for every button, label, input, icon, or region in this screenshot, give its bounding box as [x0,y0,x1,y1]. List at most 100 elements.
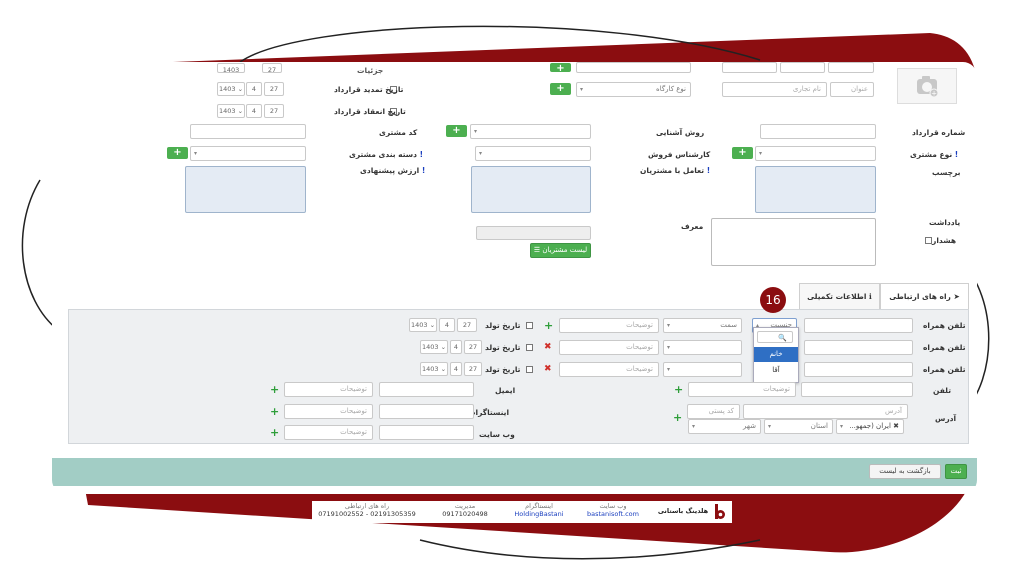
submit-button[interactable]: ثبت [945,464,967,479]
phone-input[interactable] [801,382,913,397]
birth-day-3[interactable]: 27 [464,362,482,376]
province-select[interactable]: ▾ استان [764,419,833,434]
gender-dropdown: 🔍 خانم آقا [753,327,799,383]
add-email-button[interactable]: + [270,384,279,395]
add-instagram-button[interactable]: + [270,406,279,417]
post-select-1[interactable]: ▾ سمت [663,318,742,333]
clear-icon[interactable]: ✖ [891,422,899,430]
birth-date-label-1: تاریخ تولد [485,321,521,330]
renewal-day-select[interactable]: 27 [264,82,284,96]
customer-type-select[interactable]: ▾ [755,146,876,161]
partial-input[interactable] [576,62,691,73]
dropdown-search-icon[interactable]: 🔍 [757,331,793,343]
phone-desc[interactable]: توضیحات [688,382,796,397]
add-website-button[interactable]: + [270,427,279,438]
tab-extra-info[interactable]: ℹ اطلاعات تکمیلی [799,283,880,309]
date-year-select[interactable]: 1403 [217,63,245,74]
renewal-date-label: تاریخ تمدید قرارداد [334,85,404,94]
post-select-2[interactable]: ▾ [663,340,742,355]
warning-checkbox[interactable] [925,237,932,244]
partial-input-3[interactable] [780,62,825,73]
birth-month-1[interactable]: 4 [439,318,455,332]
interaction-textarea[interactable] [471,166,591,213]
birth-checkbox-2[interactable] [526,344,533,351]
gender-option[interactable]: آقا [754,363,798,378]
birth-day-1[interactable]: 27 [457,318,477,332]
add-button[interactable]: + [550,63,571,74]
partial-input-2[interactable] [722,62,777,73]
email-input[interactable] [379,382,474,397]
birth-month-2[interactable]: 4 [450,340,462,354]
back-to-list-button[interactable]: بازگشت به لیست [869,464,941,479]
company-name-input[interactable]: نام تجاری [722,82,827,97]
add-acquaintance-button[interactable]: + [446,125,467,137]
birth-checkbox-3[interactable] [526,366,533,373]
note-label: یادداشت [929,218,961,227]
add-mobile-button[interactable]: + [544,320,553,331]
postal-code-input[interactable]: کد پستی [687,404,740,419]
birth-year-2[interactable]: 1403 ⌄ [420,340,448,354]
title-input[interactable]: عنوان [830,82,874,97]
contract-date-label: تاریخ انعقاد قرارداد [334,107,406,116]
mobile-desc-1[interactable]: توضیحات [559,318,659,333]
city-select[interactable]: ▾ شهر [688,419,761,434]
footer-instagram: اینستاگرام HoldingBastani [514,502,564,518]
customer-category-select[interactable]: ▾ [190,146,306,161]
customer-category-label: ! دسته بندی مشتری [349,150,424,159]
website-desc[interactable]: توضیحات [284,425,373,440]
add-address-button[interactable]: + [673,412,682,423]
mobile-desc-2[interactable]: توضیحات [559,340,659,355]
sales-expert-select[interactable]: ▾ [475,146,591,161]
note-textarea[interactable] [711,218,876,266]
partial-input-4[interactable] [828,62,874,73]
footer-management: مدیریت 09171020498 [442,502,488,518]
address-label: آدرس [935,414,957,423]
tags-textarea[interactable] [755,166,876,213]
send-icon: ➤ [950,292,960,301]
country-select[interactable]: ▾ ✖ ایران (جمهو... [836,419,904,434]
contract-year-select[interactable]: 1403 ⌄ [217,104,245,118]
warning-label: هشدار [932,236,957,245]
contract-day-select[interactable]: 27 [264,104,284,118]
address-input[interactable]: آدرس [743,404,908,419]
website-input[interactable] [379,425,474,440]
birth-year-1[interactable]: 1403 ⌄ [409,318,437,332]
mobile-input-2[interactable] [804,340,913,355]
proposed-value-textarea[interactable] [185,166,306,213]
instagram-desc[interactable]: توضیحات [284,404,373,419]
website-label: وب سایت [479,430,515,439]
avatar[interactable]: + [897,68,957,104]
instagram-label: اینستاگرام [470,408,510,417]
birth-year-3[interactable]: 1403 ⌄ [420,362,448,376]
instagram-input[interactable] [379,404,474,419]
add-workshop-type-button[interactable]: + [550,83,571,95]
mobile-input-3[interactable] [804,362,913,377]
contract-month-select[interactable]: 4 [246,104,262,118]
gender-option[interactable]: خانم [754,347,798,362]
workshop-type-select[interactable]: ▾ نوع کارگاه [576,82,691,97]
info-icon: ℹ [866,292,872,301]
remove-mobile-3-button[interactable]: ✖ [544,364,552,375]
email-desc[interactable]: توضیحات [284,382,373,397]
referrer-input[interactable] [476,226,591,240]
tab-contacts[interactable]: ➤ راه های ارتباطی [880,283,969,309]
renewal-year-select[interactable]: 1403 ⌄ [217,82,245,96]
customer-list-button[interactable]: ☰ لیست مشتریان [530,243,591,258]
date-day-select[interactable]: 27 [262,63,282,74]
post-select-3[interactable]: ▾ [663,362,742,377]
acquaintance-select[interactable]: ▾ [470,124,591,139]
birth-month-3[interactable]: 4 [450,362,462,376]
partial-label: جزئیات [357,66,384,75]
birth-day-2[interactable]: 27 [464,340,482,354]
mobile-input-1[interactable] [804,318,913,333]
renewal-month-select[interactable]: 4 [246,82,262,96]
add-customer-type-button[interactable]: + [732,147,753,159]
add-category-button[interactable]: + [167,147,188,159]
customer-code-input[interactable] [190,124,306,139]
contract-number-input[interactable] [760,124,876,139]
remove-mobile-2-button[interactable]: ✖ [544,342,552,353]
add-phone-button[interactable]: + [674,384,683,395]
footer-contact: راه های ارتباطی 07191002552 - 02191305359 [318,502,416,518]
birth-checkbox-1[interactable] [526,322,533,329]
mobile-desc-3[interactable]: توضیحات [559,362,659,377]
